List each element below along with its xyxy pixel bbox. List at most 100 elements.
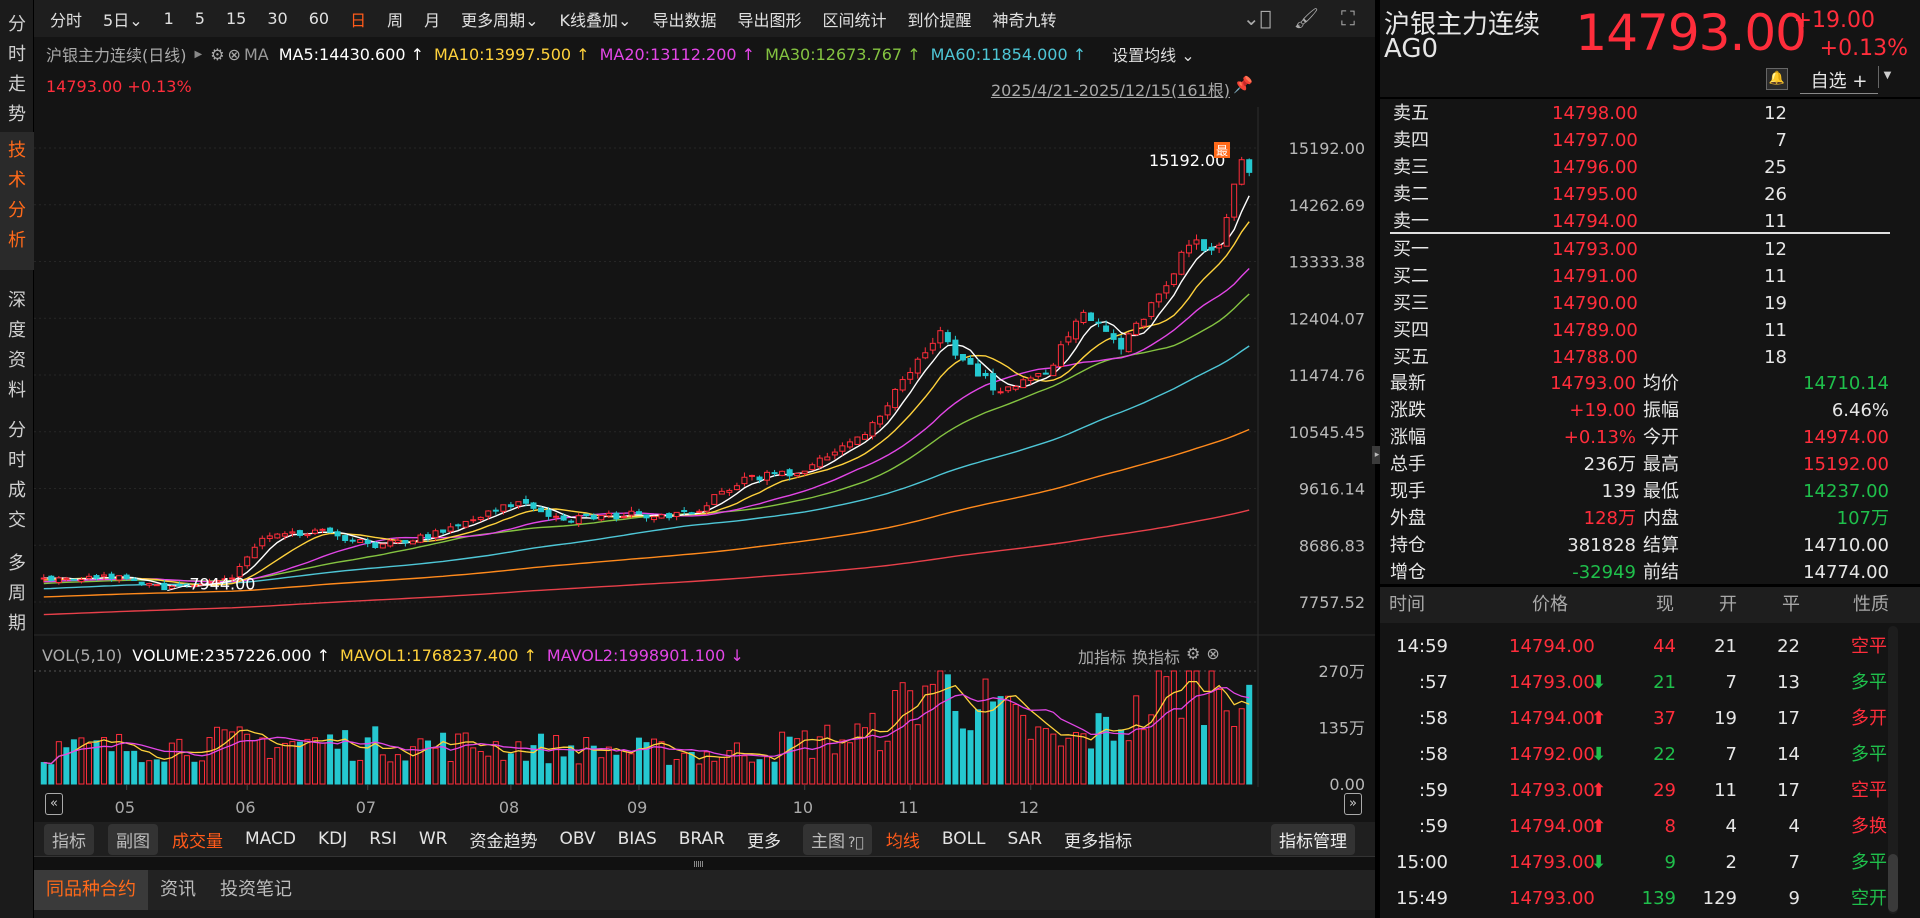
main-indicator-1[interactable]: BOLL <box>942 829 986 849</box>
splitter[interactable] <box>34 856 1375 870</box>
volume-bar <box>553 735 560 785</box>
toolbar-item-16[interactable]: 神奇九转 <box>993 7 1057 31</box>
main-indicator-0[interactable]: 均线 <box>886 827 920 852</box>
indicator-manage-button[interactable]: 指标管理 <box>1271 823 1355 855</box>
main-chart-button[interactable]: 主图 ?⃝ <box>802 823 872 855</box>
toolbar-item-11[interactable]: K线叠加⌄ <box>560 7 632 31</box>
toolbar-item-9[interactable]: 月 <box>424 7 440 31</box>
candle-down <box>545 509 552 517</box>
candle-up <box>553 515 560 518</box>
subchart-indicator-7[interactable]: BIAS <box>618 829 657 849</box>
volume-bar <box>666 764 673 785</box>
toolbar-item-14[interactable]: 区间统计 <box>822 7 886 31</box>
toolbar-item-1[interactable]: 5日⌄ <box>103 7 143 31</box>
main-indicator-2[interactable]: SAR <box>1008 829 1043 849</box>
volume-bar <box>914 724 921 785</box>
volume-bar <box>1057 745 1064 785</box>
alert-bell-button[interactable]: 🔔 <box>1766 68 1788 90</box>
volume-bar <box>779 731 786 785</box>
toolbar-item-8[interactable]: 周 <box>387 7 403 31</box>
sidebar-item-4[interactable]: 多周期 <box>0 545 34 643</box>
toolbar-item-7[interactable]: 日 <box>350 7 366 31</box>
toolbar-item-15[interactable]: 到价提醒 <box>907 7 971 31</box>
candle-up <box>1140 318 1147 327</box>
toolbar-item-6[interactable]: 60 <box>309 9 329 28</box>
volume-bar <box>274 747 281 785</box>
trades-scrollbar[interactable] <box>1888 626 1898 914</box>
close-icon[interactable]: ⊗ <box>1206 644 1219 668</box>
stat-value: 128万 <box>1583 508 1636 529</box>
indicator-bar: 指标 副图 成交量 MACD KDJ RSI WR 资金趋势 OBV BIAS BRAR 更多 主图 ?⃝… <box>34 822 1375 856</box>
subchart-indicator-6[interactable]: OBV <box>559 829 595 849</box>
toolbar-item-0[interactable]: 分时 <box>50 7 82 31</box>
candle-up <box>598 515 605 521</box>
subchart-indicator-9[interactable]: 更多 <box>747 827 781 852</box>
scroll-left-button[interactable]: « <box>45 793 63 815</box>
candle-down <box>967 357 974 365</box>
candle-up <box>379 543 386 549</box>
candle-down <box>1246 159 1253 173</box>
toolbar-item-13[interactable]: 导出图形 <box>737 7 801 31</box>
help-icon[interactable]: ?⃝ <box>848 835 864 851</box>
add-watchlist-button[interactable]: 自选 + <box>1800 67 1878 94</box>
bottom-tab-0[interactable]: 同品种合约 <box>34 870 148 910</box>
y-tick-label: 10545.45 <box>1289 423 1365 442</box>
candle-down <box>507 504 514 508</box>
sidebar-item-3[interactable]: 分时成交 <box>0 412 34 540</box>
trades-header-1: 价格 <box>1532 594 1568 615</box>
subchart-indicator-1[interactable]: MACD <box>245 829 296 849</box>
candle-down <box>982 372 989 377</box>
subchart-indicator-2[interactable]: KDJ <box>318 829 347 849</box>
subchart-indicator-0[interactable]: 成交量 <box>172 827 223 852</box>
fullscreen-icon[interactable]: ⛶ <box>1341 6 1355 30</box>
volume-bar <box>892 690 899 785</box>
volume-bar <box>673 758 680 785</box>
volume-bar <box>432 747 439 785</box>
bottom-tab-1[interactable]: 资讯 <box>148 870 208 910</box>
toolbar-item-5[interactable]: 30 <box>267 9 287 28</box>
candle-up <box>651 516 658 521</box>
candle-up <box>914 358 921 374</box>
kline-chart[interactable]: 沪银主力连续(日线) ▶ ⚙ ⊗ MA MA5:14430.600 ↑ MA10:… <box>34 37 1375 822</box>
watchlist-dropdown[interactable]: ▼ <box>1878 66 1896 88</box>
chart-toolbar: 分时 5日⌄ 1 5 15 30 60 日周月更多周期⌄ K线叠加⌄ 导出数据 导出图形 区间统计 到价… <box>34 0 1375 37</box>
sidebar-item-2[interactable]: 深度资料 <box>0 282 34 410</box>
book-qty: 18 <box>1764 347 1787 368</box>
sidebar-item-1[interactable]: 技术分析 <box>0 132 34 270</box>
chevron-circle-icon[interactable]: ⌄⃝ <box>1243 6 1272 30</box>
volume-bar <box>146 760 153 785</box>
switch-indicator-button[interactable]: 换指标 <box>1132 644 1180 668</box>
subchart-indicator-4[interactable]: WR <box>419 829 448 849</box>
toolbar-item-4[interactable]: 15 <box>226 9 246 28</box>
candle-down <box>349 539 356 542</box>
subchart-button[interactable]: 副图 <box>108 823 158 855</box>
trade-time: :58 <box>1419 744 1448 765</box>
subchart-indicator-8[interactable]: BRAR <box>679 829 725 849</box>
toolbar-item-12[interactable]: 导出数据 <box>652 7 716 31</box>
candle-up <box>1012 386 1019 390</box>
brush-icon[interactable]: 🖌 <box>1294 6 1319 30</box>
toolbar-item-10[interactable]: 更多周期⌄ <box>461 7 538 31</box>
x-tick-label: 10 <box>793 798 813 817</box>
book-price: 14794.00 <box>1552 211 1638 232</box>
indicator-button[interactable]: 指标 <box>44 823 94 855</box>
trade-kind: 多开 <box>1851 708 1887 729</box>
main-indicator-3[interactable]: 更多指标 <box>1064 827 1132 852</box>
gear-icon[interactable]: ⚙ <box>1186 644 1200 668</box>
volume-bar <box>560 756 567 785</box>
candle-up <box>839 445 846 452</box>
subchart-indicator-5[interactable]: 资金趋势 <box>469 827 537 852</box>
trade-open: 4 <box>1725 816 1737 837</box>
trade-time: 15:00 <box>1396 852 1448 873</box>
sidebar-item-0[interactable]: 分时走势 <box>0 6 34 134</box>
scroll-right-button[interactable]: » <box>1344 793 1362 815</box>
chart-canvas[interactable]: 15192.00 14262.69 13333.38 12404.07 11474.76… <box>34 37 1375 822</box>
candle-up <box>447 526 454 532</box>
toolbar-item-2[interactable]: 1 <box>164 9 174 28</box>
bottom-tab-2[interactable]: 投资笔记 <box>208 870 304 910</box>
toolbar-item-3[interactable]: 5 <box>195 9 205 28</box>
candle-up <box>620 516 627 519</box>
subchart-indicator-3[interactable]: RSI <box>369 829 397 849</box>
candle-up <box>274 533 281 539</box>
add-indicator-button[interactable]: 加指标 <box>1078 644 1126 668</box>
